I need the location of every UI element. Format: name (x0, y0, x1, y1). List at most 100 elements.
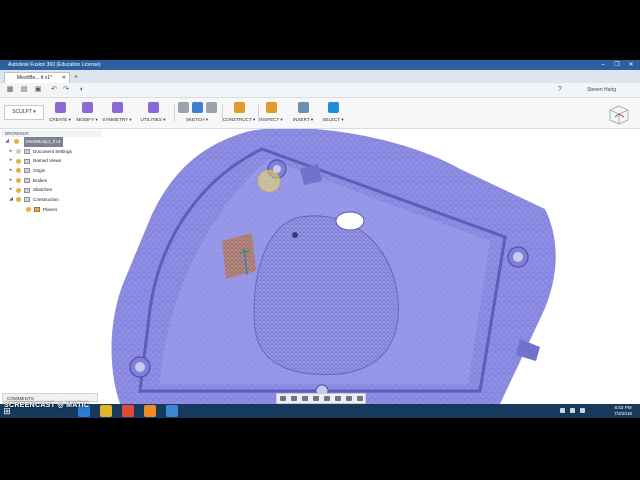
toolbar-group-sketch[interactable]: SKETCH ▾ (174, 100, 220, 126)
browser-panel: BROWSER ◢ MeshBody1_ll v1 ▸ Document Sett… (2, 130, 102, 215)
browser-header[interactable]: BROWSER (2, 130, 102, 137)
browser-item[interactable]: ▸ Origin (2, 166, 102, 176)
visibility-bulb-icon[interactable] (16, 187, 21, 193)
browser-item-label: Document Settings (33, 148, 72, 154)
browser-item[interactable]: Plane1 (2, 205, 102, 215)
view-cube-icon[interactable] (608, 104, 630, 126)
browser-item-label: Construction (33, 197, 59, 203)
network-icon[interactable] (570, 408, 575, 413)
symmetry-tool-icon[interactable] (111, 102, 123, 113)
visibility-bulb-icon[interactable] (16, 158, 21, 164)
expand-icon[interactable]: ▸ (8, 147, 14, 157)
inspect-tool-icon[interactable] (265, 102, 277, 113)
toolbar-group-select[interactable]: SELECT ▾ (320, 100, 346, 126)
toolbar-group-utilities[interactable]: UTILITIES ▾ (134, 100, 172, 126)
volume-icon[interactable] (580, 408, 585, 413)
folder-icon (24, 158, 30, 164)
document-tab[interactable]: MeshBo... lt v1* ✕ (4, 72, 70, 83)
visibility-bulb-icon[interactable] (16, 197, 21, 203)
insert-menu-label[interactable]: INSERT ▾ (288, 117, 318, 123)
toolbar-group-inspect[interactable]: INSPECT ▾ (256, 100, 286, 126)
viewports-icon[interactable] (356, 396, 363, 401)
toolbar-group-insert[interactable]: INSERT ▾ (288, 100, 318, 126)
construct-tool-icon[interactable] (233, 102, 245, 113)
look-at-icon[interactable] (290, 396, 297, 401)
toolbar-group-construct[interactable]: CONSTRUCT ▾ (222, 100, 256, 126)
browser-item-label: Plane1 (43, 206, 58, 212)
visibility-bulb-icon[interactable] (16, 178, 21, 184)
browser-item-label: Origin (33, 168, 46, 174)
modify-tool-icon[interactable] (81, 102, 93, 113)
pan-icon[interactable] (301, 396, 308, 401)
folder-icon (24, 178, 30, 184)
browser-item[interactable]: ▸ Sketches (2, 185, 102, 195)
browser-item[interactable]: ▸ Bodies (2, 176, 102, 186)
utilities-menu-label[interactable]: UTILITIES ▾ (134, 117, 172, 123)
sketch-menu-label[interactable]: SKETCH ▾ (174, 117, 220, 123)
toolbar-group-modify[interactable]: MODIFY ▾ (74, 100, 100, 126)
collapse-icon[interactable]: ◢ (4, 137, 10, 147)
utilities-tool-icon[interactable] (147, 102, 159, 113)
folder-icon (24, 168, 30, 174)
create-menu-label[interactable]: CREATE ▾ (46, 117, 74, 123)
display-settings-icon[interactable] (334, 396, 341, 401)
fit-icon[interactable] (323, 396, 330, 401)
browser-item-label: Sketches (33, 187, 52, 193)
expand-icon[interactable]: ▸ (8, 185, 14, 195)
browser-item[interactable]: ◢ Construction (2, 195, 102, 205)
toolbar-group-icons (320, 100, 346, 115)
create-tool-icon[interactable] (54, 102, 66, 113)
document-tab-label: MeshBo... lt v1* (17, 75, 53, 81)
select-menu-label[interactable]: SELECT ▾ (320, 117, 346, 123)
app-grid-icon[interactable]: ▦ (6, 86, 14, 94)
grid-settings-icon[interactable] (345, 396, 352, 401)
folder-icon (24, 187, 30, 193)
maximize-button[interactable]: ❐ (610, 60, 624, 70)
file-explorer-icon[interactable] (100, 405, 112, 417)
sketch-tool-icon[interactable] (191, 102, 203, 113)
visibility-bulb-icon[interactable] (16, 148, 21, 154)
zoom-icon[interactable] (312, 396, 319, 401)
toolbar-group-icons (46, 100, 74, 115)
symmetry-menu-label[interactable]: SYMMETRY ▾ (100, 117, 134, 123)
new-tab-button[interactable]: + (74, 72, 78, 83)
insert-tool-icon[interactable] (297, 102, 309, 113)
toolbar-group-symmetry[interactable]: SYMMETRY ▾ (100, 100, 134, 126)
expand-icon[interactable]: ◢ (8, 195, 14, 205)
inspect-menu-label[interactable]: INSPECT ▾ (256, 117, 286, 123)
visibility-bulb-icon[interactable] (16, 168, 21, 174)
visibility-bulb-icon[interactable] (26, 207, 31, 213)
redo-icon[interactable]: ↷ (62, 86, 70, 94)
job-status-icon[interactable]: ◐ (78, 86, 86, 94)
browser-root-row[interactable]: ◢ MeshBody1_ll v1 (2, 137, 102, 147)
help-icon[interactable]: ? (556, 86, 564, 94)
toolbar-group-icons (174, 100, 220, 115)
chrome-icon[interactable] (122, 405, 134, 417)
fusion360-app-icon[interactable] (144, 405, 156, 417)
toolbar-group-create[interactable]: CREATE ▾ (46, 100, 74, 126)
user-name[interactable]: Steven Harig (587, 86, 616, 94)
undo-icon[interactable]: ↶ (50, 86, 58, 94)
screencast-watermark: SCREENCAST ◎ MATIC (4, 402, 90, 409)
tray-up-arrow-icon[interactable] (560, 408, 565, 413)
workspace-switcher[interactable]: SCULPT ▾ (4, 105, 44, 120)
taskbar-window-icon[interactable] (166, 405, 178, 417)
modify-menu-label[interactable]: MODIFY ▾ (74, 117, 100, 123)
browser-item[interactable]: ▸ Document Settings (2, 147, 102, 157)
save-icon[interactable]: ▣ (34, 86, 42, 94)
select-tool-icon[interactable] (327, 102, 339, 113)
sketch-tool-icon[interactable] (177, 102, 189, 113)
expand-icon[interactable]: ▸ (8, 166, 14, 176)
minimize-button[interactable]: – (596, 60, 610, 70)
construct-menu-label[interactable]: CONSTRUCT ▾ (222, 117, 256, 123)
system-clock[interactable]: 8:53 PM 7/3/2018 (614, 405, 632, 417)
sketch-tool-icon[interactable] (205, 102, 217, 113)
close-button[interactable]: ✕ (624, 60, 638, 70)
expand-icon[interactable]: ▸ (8, 176, 14, 186)
file-icon[interactable]: ▤ (20, 86, 28, 94)
expand-icon[interactable]: ▸ (8, 156, 14, 166)
browser-item[interactable]: ▸ Named Views (2, 156, 102, 166)
toolbar-group-icons (288, 100, 318, 115)
orbit-icon[interactable] (279, 396, 286, 401)
visibility-bulb-icon[interactable] (14, 139, 19, 145)
